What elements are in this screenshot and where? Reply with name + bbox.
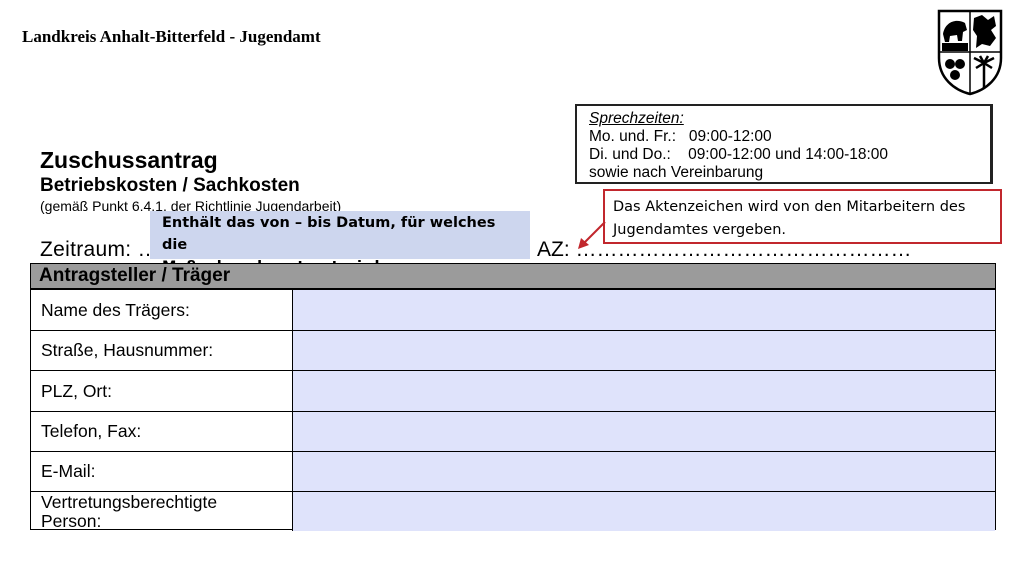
field-label: PLZ, Ort: bbox=[31, 371, 293, 411]
carrier-name-input[interactable] bbox=[293, 290, 995, 330]
email-input[interactable] bbox=[293, 452, 995, 491]
form-title: Zuschussantrag bbox=[40, 147, 218, 173]
az-callout-line: Jugendamtes vergeben. bbox=[613, 222, 787, 238]
field-label: E-Mail: bbox=[31, 452, 293, 491]
az-label: AZ: bbox=[537, 238, 570, 261]
field-label: Straße, Hausnummer: bbox=[31, 331, 293, 370]
office-hours-title: Sprechzeiten: bbox=[589, 110, 684, 127]
field-label-line: Vertretungsberechtigte bbox=[41, 492, 218, 512]
period-label: Zeitraum: bbox=[40, 238, 132, 261]
form-row-phone: Telefon, Fax: bbox=[31, 411, 995, 451]
field-label: Name des Trägers: bbox=[31, 290, 293, 330]
office-hours-line: Di. und Do.: 09:00-12:00 und 14:00-18:00 bbox=[589, 146, 889, 163]
field-label-line: Person: bbox=[41, 511, 102, 531]
form-row-city: PLZ, Ort: bbox=[31, 370, 995, 411]
street-input[interactable] bbox=[293, 331, 995, 370]
applicant-form-table: Antragsteller / Träger Name des Trägers:… bbox=[30, 263, 996, 531]
office-hours-line: sowie nach Vereinbarung bbox=[589, 164, 764, 181]
callout-arrow-icon bbox=[578, 221, 606, 249]
phone-fax-input[interactable] bbox=[293, 412, 995, 451]
form-subtitle: Betriebskosten / Sachkosten bbox=[40, 175, 300, 196]
office-hours-box: Sprechzeiten: Mo. und. Fr.: 09:00-12:00 … bbox=[575, 104, 993, 184]
form-row-name: Name des Trägers: bbox=[31, 289, 995, 330]
zip-city-input[interactable] bbox=[293, 371, 995, 411]
az-callout-line: Das Aktenzeichen wird von den Mitarbeite… bbox=[613, 199, 966, 215]
representative-input[interactable] bbox=[293, 492, 995, 531]
page-header-title: Landkreis Anhalt-Bitterfeld - Jugendamt bbox=[22, 27, 321, 46]
form-row-email: E-Mail: bbox=[31, 451, 995, 491]
period-callout: Enthält das von – bis Datum, für welches… bbox=[150, 211, 530, 275]
office-hours-line: Mo. und. Fr.: 09:00-12:00 bbox=[589, 128, 772, 145]
section-header: Antragsteller / Träger bbox=[31, 264, 995, 289]
form-row-street: Straße, Hausnummer: bbox=[31, 330, 995, 370]
field-label: Telefon, Fax: bbox=[31, 412, 293, 451]
period-callout-line: Enthält das von – bis Datum, für welches… bbox=[162, 215, 496, 253]
field-label: Vertretungsberechtigte Person: bbox=[31, 492, 293, 531]
az-callout: Das Aktenzeichen wird von den Mitarbeite… bbox=[603, 189, 1002, 244]
coat-of-arms-logo bbox=[937, 9, 1003, 96]
form-row-representative: Vertretungsberechtigte Person: bbox=[31, 491, 995, 531]
